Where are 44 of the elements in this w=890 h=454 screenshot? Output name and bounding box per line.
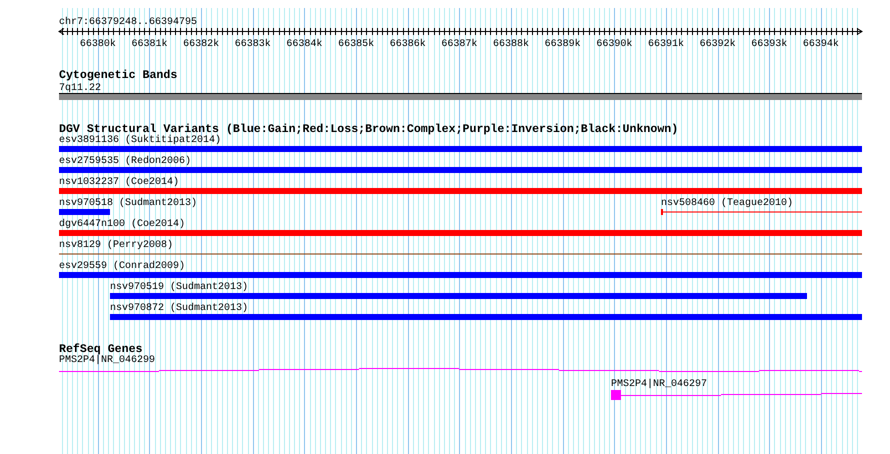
- variant-bar[interactable]: [59, 167, 862, 173]
- cytoband-label: 7q11.22: [59, 83, 102, 94]
- ruler-tick-label: 66385k: [338, 39, 374, 50]
- variant-bar[interactable]: [110, 314, 862, 320]
- variant-label: nsv970518 (Sudmant2013): [59, 198, 198, 209]
- variant-label: nsv508460 (Teague2010): [660, 198, 793, 209]
- variant-label: dgv6447n100 (Coe2014): [59, 219, 186, 230]
- variant-label: esv29559 (Conrad2009): [59, 261, 186, 272]
- ruler-location: chr7:66379248..66394795: [59, 17, 198, 28]
- variant-bar[interactable]: [59, 146, 862, 152]
- variant-label: esv3891136 (Suktitipat2014): [59, 135, 222, 146]
- ruler-tick-label: 66381k: [131, 39, 168, 50]
- gene-model-drawing[interactable]: [58, 368, 862, 372]
- cytoband-bar[interactable]: [59, 93, 862, 100]
- ruler-tick-label: 66393k: [751, 39, 788, 50]
- ruler-tick-label: 66384k: [286, 39, 322, 50]
- variant-bar[interactable]: [110, 293, 807, 299]
- variant-line[interactable]: [660, 209, 862, 215]
- ruler-tick-label: 66382k: [183, 39, 220, 50]
- variant-label: nsv1032237 (Coe2014): [59, 177, 180, 188]
- gene-model-drawing[interactable]: [610, 390, 862, 400]
- ruler-tick-label: 66391k: [648, 39, 684, 50]
- ruler-tick-label: 66383k: [234, 39, 271, 50]
- variant-label: esv2759535 (Redon2006): [59, 156, 192, 167]
- gene-label: PMS2P4|NR_046299: [59, 355, 156, 366]
- ruler-tick-label: 66390k: [596, 39, 632, 50]
- ruler-tick-label: 66392k: [700, 39, 736, 50]
- track-title: DGV Structural Variants (Blue:Gain;Red:Loss;Brown:Complex;Purple:Inversion;Black:Unknown): [59, 123, 678, 136]
- variant-bar[interactable]: [59, 272, 862, 278]
- ruler-tick-label: 66394k: [802, 39, 839, 50]
- variant-label: nsv970519 (Sudmant2013): [110, 282, 248, 293]
- track-title: RefSeq Genes: [59, 343, 142, 356]
- variant-label: nsv8129 (Perry2008): [59, 240, 174, 251]
- ruler-tick-label: 66386k: [390, 39, 426, 50]
- variant-bar[interactable]: [59, 230, 862, 236]
- ruler-tick-label: 66388k: [493, 39, 530, 50]
- track-title: Cytogenetic Bands: [59, 69, 178, 82]
- ruler-tick-label: 66389k: [544, 39, 581, 50]
- variant-bar[interactable]: [59, 209, 110, 215]
- gene-label: PMS2P4|NR_046297: [610, 379, 707, 390]
- ruler-tick-label: 66387k: [441, 39, 478, 50]
- ruler-tick-label: 66380k: [80, 39, 116, 50]
- variant-label: nsv970872 (Sudmant2013): [110, 303, 248, 314]
- variant-bar[interactable]: [59, 188, 862, 194]
